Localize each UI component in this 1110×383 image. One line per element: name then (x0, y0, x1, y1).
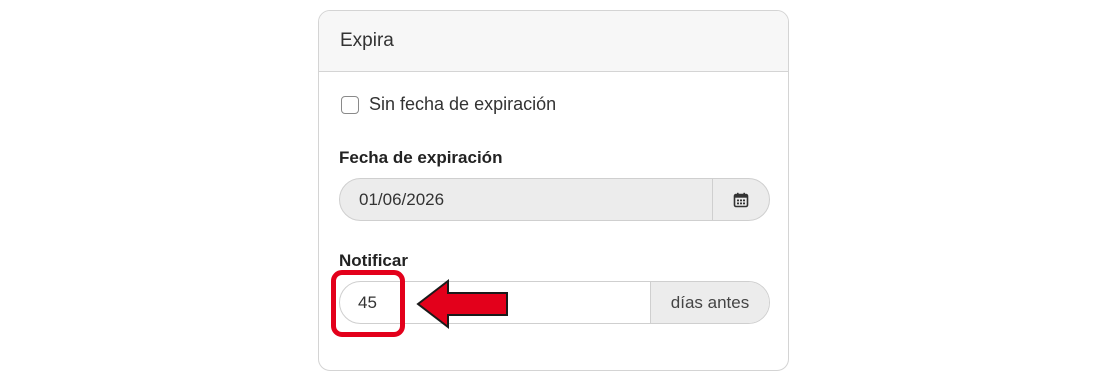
card-header: Expira (319, 11, 788, 72)
no-expiry-option[interactable]: Sin fecha de expiración (341, 94, 556, 115)
arrow-left-icon (416, 278, 508, 330)
notify-group: 45 días antes (339, 281, 770, 324)
notify-label: Notificar (339, 251, 408, 270)
date-picker-button[interactable] (712, 179, 769, 220)
no-expiry-checkbox[interactable] (341, 95, 359, 114)
expiry-date-value: 01/06/2026 (359, 189, 445, 209)
no-expiry-label: Sin fecha de expiración (369, 94, 557, 114)
expiry-card: Expira Sin fecha de expiración Fecha de … (318, 10, 789, 371)
calendar-icon (733, 192, 749, 207)
expiry-date-input[interactable]: 01/06/2026 (340, 179, 712, 220)
expiry-date-group: 01/06/2026 (339, 178, 770, 221)
notify-days-value: 45 (358, 292, 377, 312)
notify-suffix: días antes (650, 282, 769, 323)
expiry-date-label: Fecha de expiración (339, 148, 503, 167)
card-title: Expira (340, 30, 394, 51)
stage: Expira Sin fecha de expiración Fecha de … (0, 0, 1110, 383)
